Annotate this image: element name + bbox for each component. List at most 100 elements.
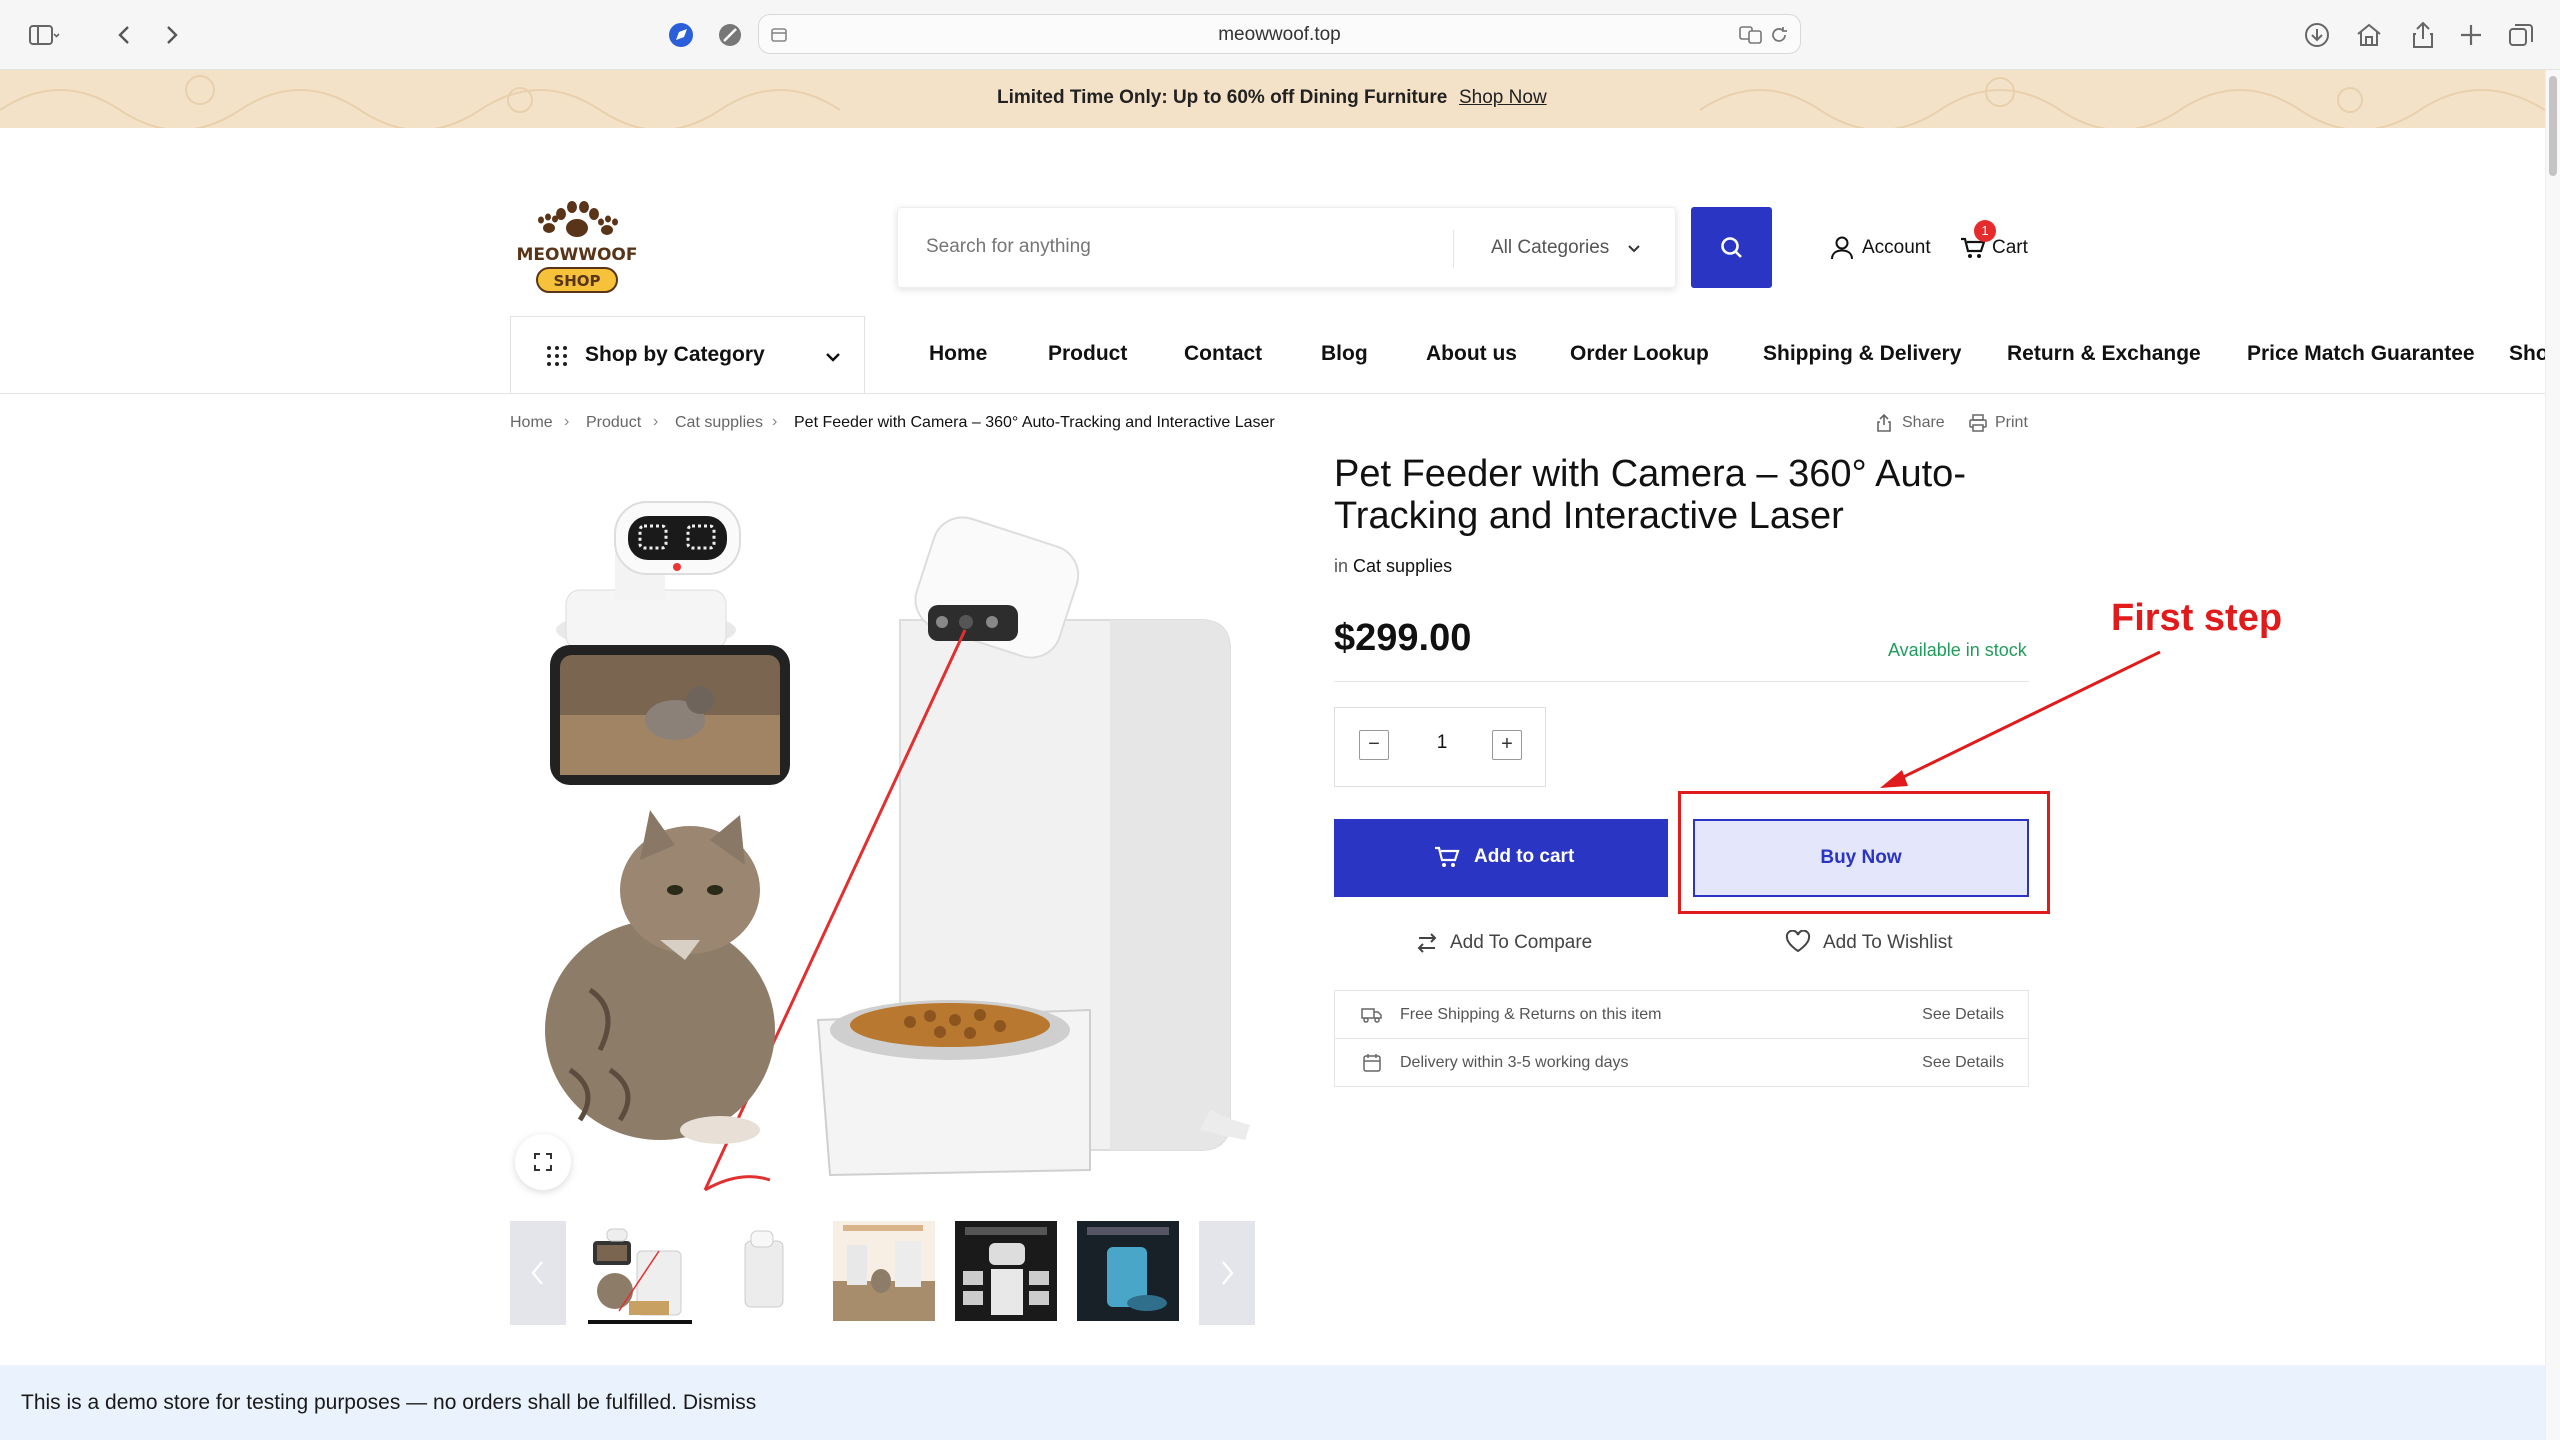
translate-icon[interactable]	[1738, 23, 1764, 47]
breadcrumb-cat-supplies[interactable]: Cat supplies	[675, 414, 763, 432]
thumbnail-2[interactable]	[713, 1221, 815, 1321]
printer-icon	[1969, 414, 1987, 432]
chevron-down-icon	[826, 353, 840, 362]
cart-icon	[1435, 846, 1460, 867]
category-select-label: All Categories	[1491, 237, 1610, 258]
reload-icon[interactable]	[1768, 24, 1790, 46]
shipping-info-box: Free Shipping & Returns on this item See…	[1334, 990, 2029, 1087]
breadcrumb-home[interactable]: Home	[510, 414, 553, 432]
print-label: Print	[1995, 414, 2028, 431]
account-label: Account	[1862, 237, 1931, 258]
svg-text:SHOP: SHOP	[553, 272, 600, 290]
product-title: Pet Feeder with Camera – 360° Auto-Track…	[1334, 453, 1966, 537]
thumbnail-3[interactable]	[833, 1221, 935, 1321]
truck-icon	[1361, 1008, 1382, 1023]
info-text: Free Shipping & Returns on this item	[1400, 1006, 1662, 1023]
extension-block-icon[interactable]	[713, 18, 747, 52]
product-price: $299.00	[1334, 617, 1472, 659]
url-text: meowwoof.top	[1218, 24, 1341, 45]
nav-contact[interactable]: Contact	[1184, 342, 1262, 366]
back-icon[interactable]	[108, 18, 142, 52]
search-icon	[1721, 237, 1742, 258]
nav-about-us[interactable]: About us	[1426, 342, 1517, 366]
quantity-input[interactable]: 1	[1427, 732, 1457, 754]
cart-label: Cart	[1992, 237, 2028, 258]
info-row: Delivery within 3-5 working days See Det…	[1335, 1039, 2028, 1087]
chevron-right-icon	[1222, 1261, 1234, 1285]
expand-image-button[interactable]	[515, 1134, 571, 1190]
chevron-left-icon	[531, 1261, 543, 1285]
add-to-wishlist-label: Add To Wishlist	[1823, 932, 1953, 953]
share-sheet-icon[interactable]	[2406, 18, 2440, 52]
see-details-link[interactable]: See Details	[1922, 1054, 2004, 1072]
thumbnail-4[interactable]	[955, 1221, 1057, 1321]
breadcrumb-product[interactable]: Product	[586, 414, 641, 432]
fullscreen-icon	[534, 1153, 552, 1171]
thumbnail-prev-button[interactable]	[510, 1221, 566, 1325]
compare-arrows-icon	[1417, 933, 1437, 953]
share-label: Share	[1902, 414, 1945, 431]
price-divider	[1334, 681, 2029, 682]
annotation-label: First step	[2111, 597, 2283, 639]
chevron-down-icon	[1628, 245, 1640, 253]
svg-text:MEOWWOOF: MEOWWOOF	[516, 245, 637, 265]
breadcrumb-current: Pet Feeder with Camera – 360° Auto-Track…	[794, 414, 1275, 431]
product-category-link[interactable]: Cat supplies	[1353, 556, 1452, 576]
product-category-line: in Cat supplies	[1334, 556, 1452, 577]
quantity-decrease-button[interactable]: −	[1359, 730, 1389, 760]
breadcrumb-separator-icon: ›	[564, 413, 570, 430]
see-details-link[interactable]: See Details	[1922, 1006, 2004, 1024]
annotation-highlight-box	[1678, 791, 2050, 914]
page-scrollbar[interactable]	[2545, 70, 2560, 1440]
nav-home[interactable]: Home	[929, 342, 987, 366]
calendar-icon	[1363, 1054, 1381, 1072]
thumbnail-active-indicator	[588, 1320, 692, 1324]
nav-return-exchange[interactable]: Return & Exchange	[2007, 342, 2201, 366]
forward-icon[interactable]	[154, 18, 188, 52]
grid-dots-icon	[547, 346, 567, 366]
nav-blog[interactable]: Blog	[1321, 342, 1368, 366]
info-text: Delivery within 3-5 working days	[1400, 1054, 1629, 1071]
search-button[interactable]	[1691, 207, 1772, 288]
sidebar-toggle-icon[interactable]	[26, 18, 60, 52]
product-main-image[interactable]	[510, 470, 1256, 1202]
stock-status: Available in stock	[1888, 640, 2027, 660]
nav-price-match-guarantee[interactable]: Price Match Guarantee	[2247, 342, 2475, 366]
user-icon	[1831, 236, 1853, 260]
nav-order-lookup[interactable]: Order Lookup	[1570, 342, 1709, 366]
thumbnail-1[interactable]	[589, 1221, 691, 1321]
add-to-cart-button[interactable]: Add to cart	[1334, 819, 1668, 897]
thumbnail-5[interactable]	[1077, 1221, 1179, 1321]
search-bar: All Categories	[897, 207, 1676, 288]
nav-shipping-delivery[interactable]: Shipping & Delivery	[1763, 342, 1961, 366]
address-bar[interactable]: meowwoof.top	[758, 14, 1801, 54]
quantity-increase-button[interactable]: +	[1492, 730, 1522, 760]
breadcrumb-separator-icon: ›	[772, 413, 778, 430]
promo-text: Limited Time Only: Up to 60% off Dining …	[997, 87, 1448, 108]
thumbnail-next-button[interactable]	[1199, 1221, 1255, 1325]
downloads-icon[interactable]	[2300, 18, 2334, 52]
nav-divider	[0, 393, 2545, 394]
scrollbar-thumb[interactable]	[2549, 76, 2557, 176]
add-to-cart-label: Add to cart	[1474, 846, 1575, 867]
demo-store-notice-text[interactable]: This is a demo store for testing purpose…	[21, 1391, 756, 1415]
heart-icon	[1785, 930, 1811, 953]
search-divider	[1453, 230, 1454, 268]
shop-by-category-label: Shop by Category	[585, 343, 765, 366]
nav-overflow-item[interactable]: Sho	[2509, 342, 2545, 366]
site-logo[interactable]: MEOWWOOF SHOP	[515, 198, 639, 298]
quantity-stepper: − 1 +	[1334, 707, 1546, 787]
new-tab-icon[interactable]	[2454, 18, 2488, 52]
shop-by-category-dropdown[interactable]: Shop by Category	[510, 316, 865, 394]
nav-product[interactable]: Product	[1048, 342, 1127, 366]
promo-shop-now-link[interactable]: Shop Now	[1459, 87, 1547, 109]
extension-compass-icon[interactable]	[664, 18, 698, 52]
add-to-compare-label: Add To Compare	[1450, 932, 1593, 953]
home-icon[interactable]	[2352, 18, 2386, 52]
breadcrumb-separator-icon: ›	[653, 413, 659, 430]
browser-toolbar: meowwoof.top	[0, 0, 2560, 70]
promo-banner: Limited Time Only: Up to 60% off Dining …	[0, 70, 2545, 128]
demo-store-notice: This is a demo store for testing purpose…	[0, 1365, 2545, 1440]
tab-overview-icon[interactable]	[2504, 18, 2538, 52]
search-input[interactable]	[926, 236, 1426, 258]
